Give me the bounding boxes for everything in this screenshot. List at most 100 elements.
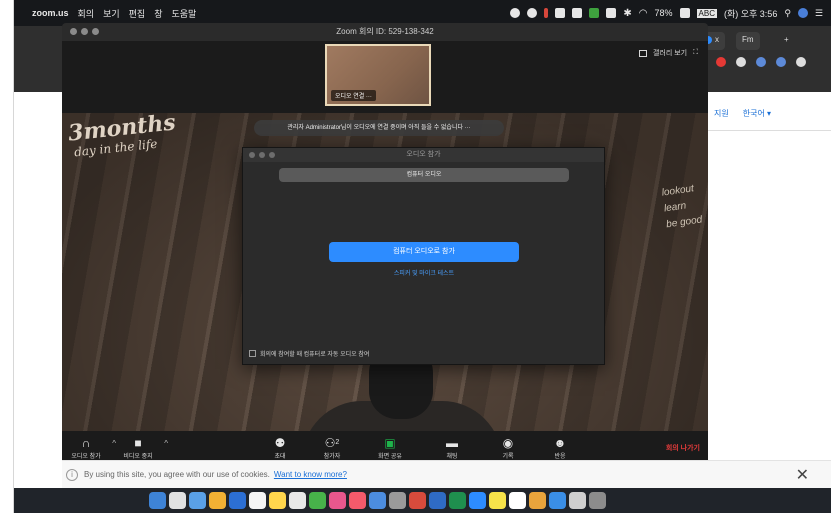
menu-app-name[interactable]: zoom.us [32,8,69,18]
battery-icon[interactable] [679,8,690,18]
dialog-window-controls [249,152,275,158]
finder-icon[interactable] [149,492,166,509]
share-screen-button[interactable]: ▣ 화면 공유 [370,435,410,460]
music-icon[interactable] [349,492,366,509]
trash-icon[interactable] [589,492,606,509]
extension-blue-icon[interactable] [756,56,767,67]
notification-center-icon[interactable]: ☰ [815,8,823,19]
chrome-canary-icon[interactable] [529,492,546,509]
spotlight-search-icon[interactable]: ⚲ [784,8,791,19]
leave-meeting-button[interactable]: 회의 나가기 [666,443,700,453]
chat-status-icon[interactable] [527,8,538,18]
mail-icon[interactable] [229,492,246,509]
zoom-dock-icon[interactable] [469,492,486,509]
zoom-title-bar[interactable]: Zoom 회의 ID: 529-138-342 [62,23,708,41]
menu-window[interactable]: 창 [154,7,162,20]
auto-join-audio-option[interactable]: 회의에 참여할 때 컴퓨터로 자동 오디오 참여 [249,349,369,358]
auto-join-checkbox[interactable] [249,350,256,357]
battery-percent[interactable]: 78% [655,8,673,18]
reminders-icon[interactable] [289,492,306,509]
menu-meeting[interactable]: 회의 [78,7,95,20]
window-controls [70,28,99,35]
kakaotalk-icon[interactable] [489,492,506,509]
excel-icon[interactable] [449,492,466,509]
extension-red-icon[interactable] [716,56,727,67]
app-status-icon[interactable] [555,8,566,18]
menubar-clock[interactable]: (화) 오후 3:56 [724,7,777,20]
tab-computer-audio[interactable]: 컴퓨터 오디오 [279,168,569,182]
grid-icon [638,49,647,57]
browser-menu-icon[interactable] [796,56,807,67]
dialog-title-bar: 오디오 참가 [243,148,604,162]
fullscreen-icon[interactable]: ⛶ [693,49,698,57]
close-icon[interactable]: ✕ [796,465,809,485]
siri-dock-icon[interactable] [169,492,186,509]
participant-thumbnail[interactable]: 오디오 연결 ··· [325,44,431,106]
profile-avatar-icon[interactable] [776,56,787,67]
invite-button[interactable]: ⚉ 초대 [260,435,300,460]
bluetooth-icon[interactable]: ✱ [623,8,631,19]
language-select[interactable]: 한국어 ▾ [743,108,771,119]
reactions-button[interactable]: ☻ 반응 [540,435,580,460]
system-preferences-icon[interactable] [389,492,406,509]
page-divider [694,130,831,131]
word-icon[interactable] [429,492,446,509]
extensions-bar: ☆ [698,56,807,67]
downloads-stack-icon[interactable] [569,492,586,509]
video-options-caret[interactable]: ^ [164,439,168,448]
dialog-zoom-button[interactable] [269,152,275,158]
participants-icon: ⚇2 [324,436,340,450]
join-audio-button[interactable]: ∩ 오디오 참가 ^ [66,435,116,460]
naver-icon[interactable] [509,492,526,509]
input-source[interactable]: ABC [696,8,717,18]
notes-icon[interactable] [269,492,286,509]
app-store-icon[interactable] [369,492,386,509]
acrobat-icon[interactable] [409,492,426,509]
cookie-banner: i By using this site, you agree with our… [62,460,831,488]
nav-support-link[interactable]: 지원 [714,108,729,119]
share-screen-icon: ▣ [384,436,396,450]
menu-edit[interactable]: 편집 [129,7,146,20]
record-icon: ◉ [502,436,514,450]
close-window-button[interactable] [70,28,77,35]
photos-icon[interactable] [329,492,346,509]
video-camera-icon: ■ [134,436,142,450]
safari-icon[interactable] [189,492,206,509]
record-button[interactable]: ◉ 기록 [488,435,528,460]
maps-icon[interactable] [309,492,326,509]
dialog-minimize-button[interactable] [259,152,265,158]
join-computer-audio-button[interactable]: 컴퓨터 오디오로 참가 [329,242,519,262]
calendar-icon[interactable] [249,492,266,509]
minimize-window-button[interactable] [81,28,88,35]
dialog-close-button[interactable] [249,152,255,158]
screen-status-icon[interactable] [589,8,600,18]
chat-bubble-icon: ▬ [446,436,458,450]
chat-button[interactable]: ▬ 채팅 [432,435,472,460]
new-tab-button[interactable]: + [778,32,795,50]
audio-options-caret[interactable]: ^ [112,439,116,448]
participants-button[interactable]: ⚇2 참가자 [312,435,352,460]
dock-icons [149,492,606,509]
thumbnail-audio-label: 오디오 연결 ··· [331,90,376,101]
stop-video-button[interactable]: ■ 비디오 중지 ^ [118,435,168,460]
app2-status-icon[interactable] [572,8,583,18]
add-person-icon: ⚉ [274,436,286,450]
gallery-view-button[interactable]: 갤러리 보기 ⛶ [638,48,698,58]
extension-grey-icon[interactable] [736,56,747,67]
browser-tab-fm[interactable]: Fm [736,32,760,50]
menu-view[interactable]: 보기 [103,7,120,20]
test-speaker-mic-link[interactable]: 스피커 및 마이크 테스트 [329,268,519,277]
zoom-window-button[interactable] [92,28,99,35]
menubar-status-area: ✱ ◠ 78% ABC (화) 오후 3:56 ⚲ ☰ [510,7,823,20]
preview-icon[interactable] [549,492,566,509]
wifi-icon[interactable]: ◠ [639,8,648,19]
cookie-more-link[interactable]: Want to know more? [274,470,347,479]
dropbox-icon[interactable] [606,8,617,18]
menu-help[interactable]: 도움말 [171,7,196,20]
record-status-icon[interactable] [510,8,521,18]
chrome-icon[interactable] [209,492,226,509]
siri-icon[interactable] [797,8,808,18]
desktop-screen: zoom.us 회의 보기 편집 창 도움말 ✱ ◠ 78% ABC (화) 오… [14,0,831,513]
pause-status-icon[interactable] [544,8,549,18]
left-margin [0,0,14,513]
